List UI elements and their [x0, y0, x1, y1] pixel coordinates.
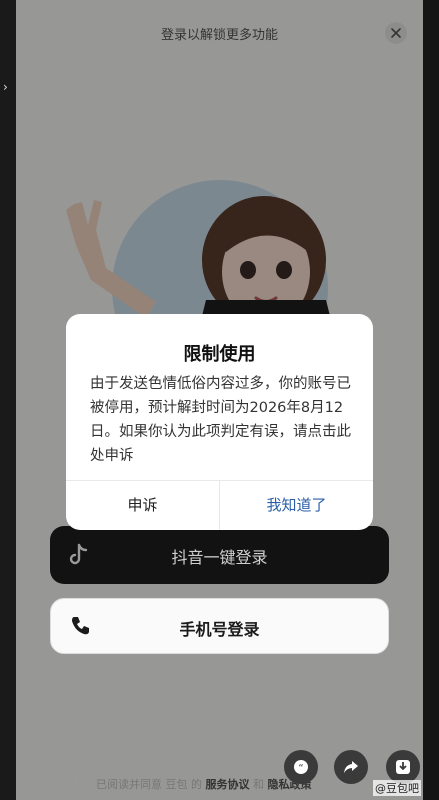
svg-text:“: “	[298, 763, 303, 774]
quote-icon: “	[294, 760, 308, 774]
left-edge: ›	[0, 0, 16, 800]
chevron-right-icon[interactable]: ›	[3, 80, 13, 94]
phone-login-button[interactable]: 手机号登录	[50, 598, 389, 654]
appeal-button[interactable]: 申诉	[66, 480, 219, 530]
douyin-login-button[interactable]: 抖音一键登录	[50, 526, 389, 584]
douyin-login-label: 抖音一键登录	[171, 548, 268, 567]
watermark: @豆包吧	[373, 780, 421, 796]
phone-login-label: 手机号登录	[179, 620, 260, 639]
quote-button[interactable]: “	[284, 750, 318, 784]
agreement-checkbox[interactable]	[74, 774, 90, 790]
restriction-dialog: 限制使用 由于发送色情低俗内容过多，你的账号已被停用，预计解封时间为2026年8…	[66, 314, 373, 530]
share-button[interactable]	[334, 750, 368, 784]
download-icon	[396, 760, 410, 774]
dialog-title: 限制使用	[183, 344, 256, 365]
share-icon	[344, 761, 358, 773]
service-agreement-link[interactable]: 服务协议	[206, 778, 250, 791]
app-screen: 登录以解锁更多功能 抖音一键登录 手机号登录 已阅读并同意 豆包 的 服务协议 …	[16, 0, 423, 800]
agreement-prefix: 已阅读并同意 豆包 的	[96, 778, 202, 791]
acknowledge-button[interactable]: 我知道了	[220, 480, 373, 530]
agreement-and: 和	[253, 778, 264, 791]
agreement-row: 已阅读并同意 豆包 的 服务协议 和 隐私政策	[74, 774, 312, 792]
dialog-message: 由于发送色情低俗内容过多，你的账号已被停用，预计解封时间为2026年8月12日。…	[90, 376, 351, 464]
right-edge	[423, 0, 439, 800]
download-button[interactable]	[386, 750, 420, 784]
